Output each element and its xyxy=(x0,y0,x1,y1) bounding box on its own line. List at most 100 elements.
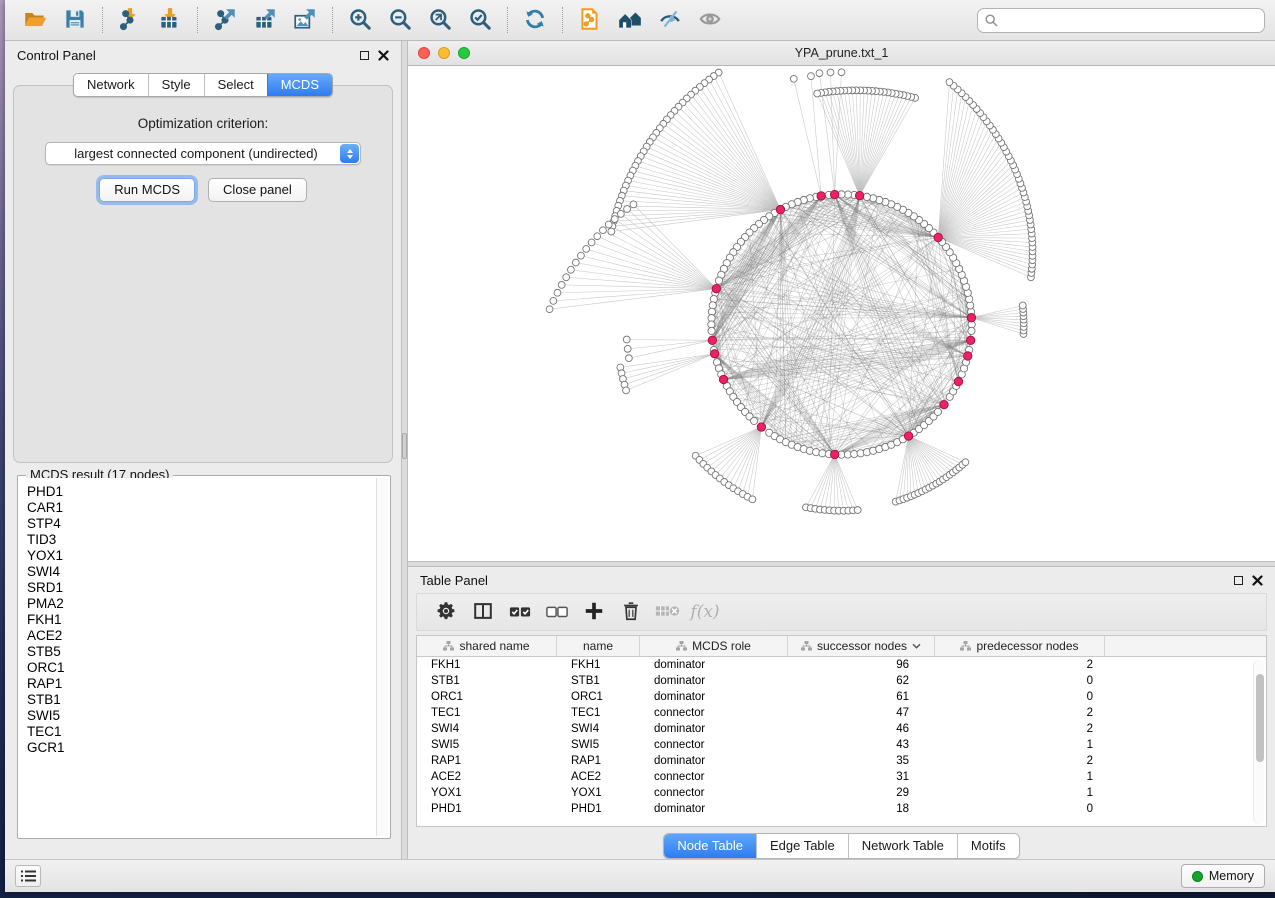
run-mcds-button[interactable]: Run MCDS xyxy=(99,178,195,202)
open-file-button[interactable] xyxy=(15,3,55,37)
network-canvas[interactable] xyxy=(408,66,1275,561)
select-all-checkboxes-button[interactable] xyxy=(505,598,535,626)
export-table-button[interactable] xyxy=(245,3,285,37)
mcds-result-item[interactable]: TEC1 xyxy=(27,724,388,740)
export-network-button[interactable] xyxy=(205,3,245,37)
delete-table-icon xyxy=(655,601,681,624)
mcds-result-item[interactable]: PHD1 xyxy=(27,484,388,500)
table-row[interactable]: STB1STB1dominator620 xyxy=(417,673,1266,689)
hub-node[interactable] xyxy=(712,284,720,292)
mcds-result-item[interactable]: TID3 xyxy=(27,532,388,548)
refresh-button[interactable] xyxy=(515,3,555,37)
column-header-MCDS-role[interactable]: MCDS role xyxy=(640,636,788,656)
tab-network[interactable]: Network xyxy=(74,74,148,96)
tab-mcds[interactable]: MCDS xyxy=(267,74,332,96)
table-row[interactable]: RAP1RAP1dominator352 xyxy=(417,753,1266,769)
mcds-result-item[interactable]: YOX1 xyxy=(27,548,388,564)
hub-node[interactable] xyxy=(708,336,716,344)
hub-node[interactable] xyxy=(964,352,972,360)
hub-node[interactable] xyxy=(934,233,942,241)
hub-node[interactable] xyxy=(817,192,825,200)
close-panel-icon[interactable] xyxy=(378,50,389,61)
hub-node[interactable] xyxy=(855,191,863,199)
mcds-result-item[interactable]: ORC1 xyxy=(27,660,388,676)
save-session-button[interactable] xyxy=(55,3,95,37)
hub-node[interactable] xyxy=(904,432,912,440)
import-network-button[interactable] xyxy=(110,3,150,37)
settings-button[interactable] xyxy=(431,598,461,626)
cell-MCDS-role: connector xyxy=(640,785,788,801)
mcds-result-item[interactable]: STP4 xyxy=(27,516,388,532)
home-button[interactable] xyxy=(610,3,650,37)
mcds-result-item[interactable]: SWI4 xyxy=(27,564,388,580)
tab-select[interactable]: Select xyxy=(204,74,267,96)
table-row[interactable]: SWI4SWI4dominator462 xyxy=(417,721,1266,737)
splitter-grip[interactable] xyxy=(402,433,407,459)
mcds-result-item[interactable]: CAR1 xyxy=(27,500,388,516)
float-panel-icon[interactable] xyxy=(360,51,369,60)
hub-node[interactable] xyxy=(719,375,727,383)
hub-node[interactable] xyxy=(954,377,962,385)
mcds-result-item[interactable]: FKH1 xyxy=(27,612,388,628)
hub-node[interactable] xyxy=(940,400,948,408)
table-row[interactable]: PHD1PHD1dominator180 xyxy=(417,801,1266,817)
show-graphics-details-button[interactable] xyxy=(690,3,730,37)
zoom-fit-button[interactable] xyxy=(420,3,460,37)
column-header-shared-name[interactable]: shared name xyxy=(417,636,557,656)
tab-edge-table[interactable]: Edge Table xyxy=(756,834,848,858)
hub-node[interactable] xyxy=(710,350,718,358)
add-row-button[interactable] xyxy=(579,598,609,626)
float-table-panel-icon[interactable] xyxy=(1234,576,1243,585)
column-header-successor-nodes[interactable]: successor nodes xyxy=(788,636,935,656)
hub-node[interactable] xyxy=(757,423,765,431)
table-row[interactable]: YOX1YOX1connector291 xyxy=(417,785,1266,801)
hub-node[interactable] xyxy=(776,205,784,213)
mcds-result-item[interactable]: SRD1 xyxy=(27,580,388,596)
delete-row-button[interactable] xyxy=(616,598,646,626)
cell-shared-name: PHD1 xyxy=(417,801,557,817)
zoom-selected-button[interactable] xyxy=(460,3,500,37)
mcds-result-item[interactable]: PMA2 xyxy=(27,596,388,612)
table-row[interactable]: TEC1TEC1connector472 xyxy=(417,705,1266,721)
tab-network-table[interactable]: Network Table xyxy=(848,834,957,858)
hub-node[interactable] xyxy=(967,314,975,322)
table-scrollbar-thumb[interactable] xyxy=(1256,674,1264,762)
clear-checkboxes-button[interactable] xyxy=(542,598,572,626)
table-row[interactable]: ORC1ORC1dominator610 xyxy=(417,689,1266,705)
tab-motifs[interactable]: Motifs xyxy=(957,834,1019,858)
mcds-result-list[interactable]: PHD1CAR1STP4TID3YOX1SWI4SRD1PMA2FKH1ACE2… xyxy=(20,478,388,836)
table-row[interactable]: FKH1FKH1dominator962 xyxy=(417,657,1266,673)
split-columns-button[interactable] xyxy=(468,598,498,626)
mcds-result-item[interactable]: RAP1 xyxy=(27,676,388,692)
close-panel-button[interactable]: Close panel xyxy=(208,178,307,202)
memory-button[interactable]: Memory xyxy=(1181,864,1265,888)
hide-graphics-details-button[interactable] xyxy=(650,3,690,37)
mcds-result-item[interactable]: STB1 xyxy=(27,692,388,708)
tab-style[interactable]: Style xyxy=(148,74,204,96)
search-input[interactable] xyxy=(1003,13,1257,27)
zoom-out-button[interactable] xyxy=(380,3,420,37)
column-header-predecessor-nodes[interactable]: predecessor nodes xyxy=(935,636,1105,656)
share-document-button[interactable] xyxy=(570,3,610,37)
table-row[interactable]: ACE2ACE2connector311 xyxy=(417,769,1266,785)
export-image-button[interactable] xyxy=(285,3,325,37)
column-header-name[interactable]: name xyxy=(557,636,640,656)
mcds-result-item[interactable]: ACE2 xyxy=(27,628,388,644)
table-scrollbar[interactable] xyxy=(1253,660,1264,824)
vertical-splitter[interactable] xyxy=(401,41,408,859)
tab-node-table[interactable]: Node Table xyxy=(664,834,756,858)
network-graph[interactable] xyxy=(408,66,1275,561)
mcds-result-item[interactable]: STB5 xyxy=(27,644,388,660)
table-row[interactable]: SWI5SWI5connector431 xyxy=(417,737,1266,753)
mcds-result-item[interactable]: SWI5 xyxy=(27,708,388,724)
cell-MCDS-role: dominator xyxy=(640,801,788,817)
import-table-button[interactable] xyxy=(150,3,190,37)
close-table-panel-icon[interactable] xyxy=(1252,575,1263,586)
hub-node[interactable] xyxy=(830,190,838,198)
show-panels-button[interactable] xyxy=(15,865,41,887)
hub-node[interactable] xyxy=(830,450,838,458)
zoom-in-button[interactable] xyxy=(340,3,380,37)
criterion-select[interactable]: largest connected component (undirected) xyxy=(45,142,361,165)
hub-node[interactable] xyxy=(966,336,974,344)
mcds-result-item[interactable]: GCR1 xyxy=(27,740,388,756)
